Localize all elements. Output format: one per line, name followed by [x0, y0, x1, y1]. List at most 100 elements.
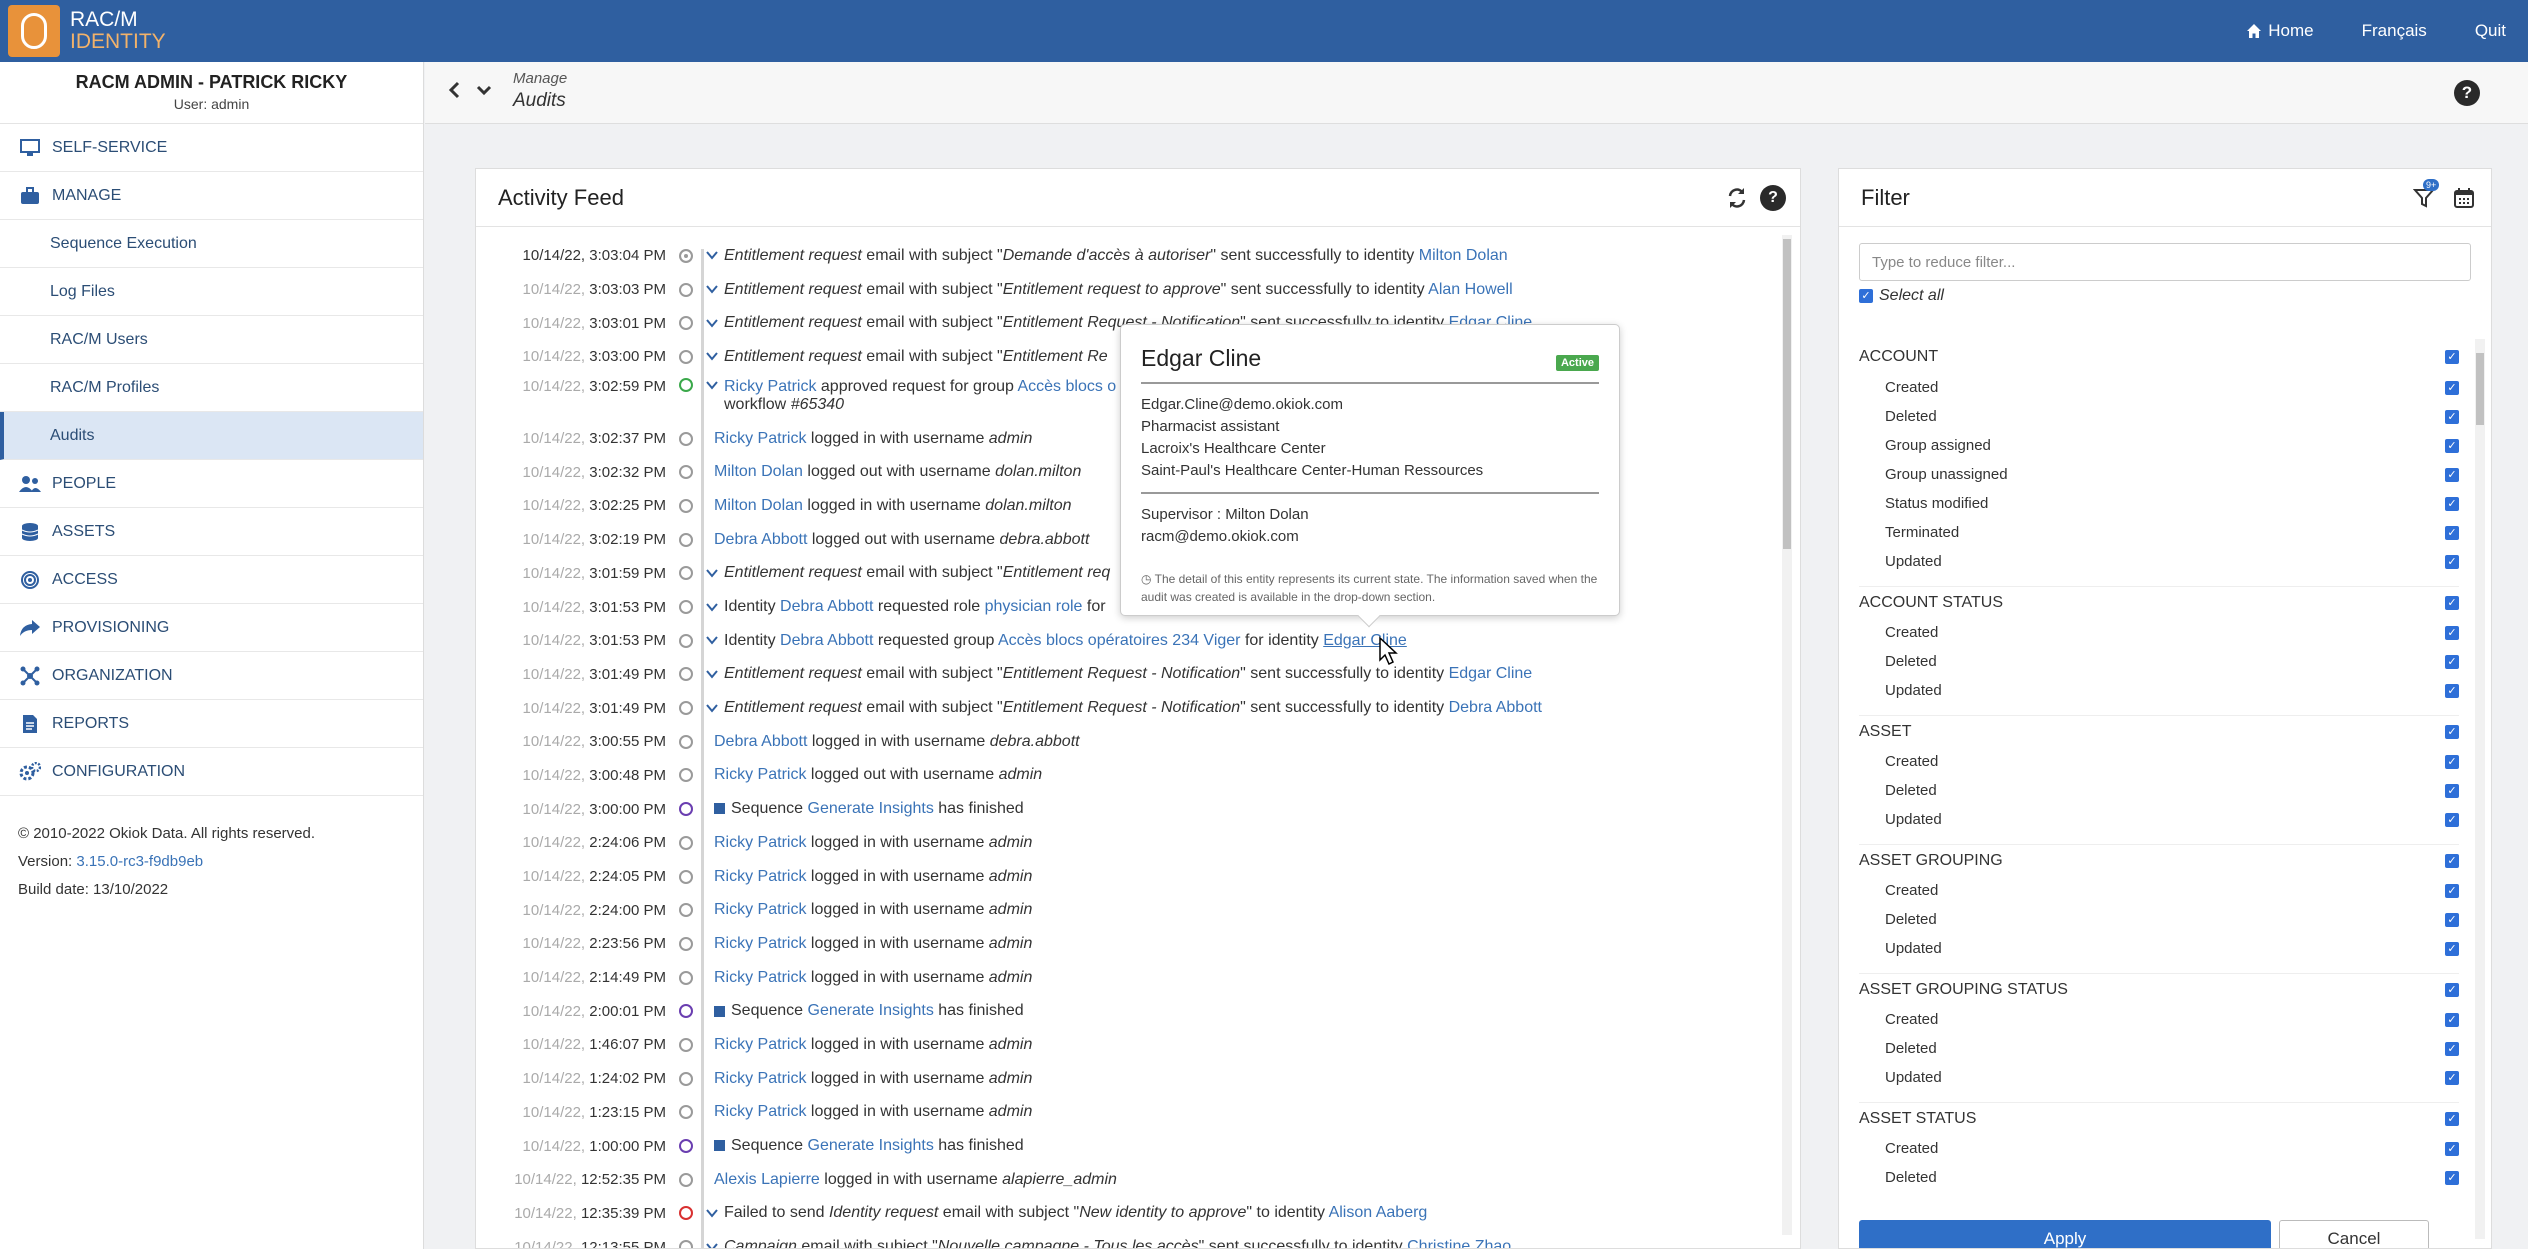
feed-link[interactable]: Accès blocs opératoires 234 Viger — [998, 632, 1241, 649]
expand-chevron-icon[interactable] — [706, 600, 724, 615]
sidebar-item-people[interactable]: PEOPLE — [0, 460, 423, 508]
help-icon[interactable]: ? — [1760, 185, 1786, 211]
expand-chevron-icon[interactable] — [706, 1206, 724, 1221]
filter-option[interactable]: Deleted ✓ — [1859, 905, 2459, 934]
sidebar-item-configuration[interactable]: CONFIGURATION — [0, 748, 423, 796]
checkbox-checked-icon[interactable]: ✓ — [2445, 812, 2459, 827]
feed-link[interactable]: Alexis Lapierre — [714, 1171, 820, 1188]
filter-search-input[interactable] — [1859, 243, 2471, 281]
checkbox-checked-icon[interactable]: ✓ — [2445, 724, 2459, 739]
filter-option[interactable]: Deleted ✓ — [1859, 1034, 2459, 1063]
select-all-checkbox[interactable]: ✓ Select all — [1859, 287, 1944, 305]
checkbox-checked-icon[interactable]: ✓ — [2445, 595, 2459, 610]
filter-group-header[interactable]: ACCOUNT STATUS ✓ — [1859, 586, 2459, 618]
filter-option[interactable]: Status modified ✓ — [1859, 489, 2459, 518]
feed-link[interactable]: Generate Insights — [808, 1002, 934, 1019]
breadcrumb-parent[interactable]: Manage — [513, 70, 567, 87]
checkbox-checked-icon[interactable]: ✓ — [1859, 289, 1873, 303]
feed-link[interactable]: physician role — [985, 598, 1083, 615]
filter-option[interactable]: Group assigned ✓ — [1859, 431, 2459, 460]
filter-option[interactable]: Updated ✓ — [1859, 547, 2459, 576]
expand-chevron-icon[interactable] — [706, 248, 724, 263]
filter-option[interactable]: Created ✓ — [1859, 876, 2459, 905]
filter-option[interactable]: Created ✓ — [1859, 373, 2459, 402]
filter-option[interactable]: Terminated ✓ — [1859, 518, 2459, 547]
sidebar-item-racm-profiles[interactable]: RAC/M Profiles — [0, 364, 423, 412]
expand-chevron-icon[interactable] — [706, 378, 724, 393]
sidebar-item-provisioning[interactable]: PROVISIONING — [0, 604, 423, 652]
checkbox-checked-icon[interactable]: ✓ — [2445, 783, 2459, 798]
checkbox-checked-icon[interactable]: ✓ — [2445, 654, 2459, 669]
expand-chevron-icon[interactable] — [706, 667, 724, 682]
checkbox-checked-icon[interactable]: ✓ — [2445, 1041, 2459, 1056]
filter-scrollbar[interactable] — [2475, 339, 2485, 1239]
checkbox-checked-icon[interactable]: ✓ — [2445, 350, 2459, 364]
expand-chevron-icon[interactable] — [706, 282, 724, 297]
feed-link[interactable]: Accès blocs o — [1017, 378, 1116, 395]
version-link[interactable]: 3.15.0-rc3-f9db9eb — [76, 853, 203, 870]
feed-link[interactable]: Debra Abbott — [1449, 699, 1542, 716]
sidebar-item-access[interactable]: ACCESS — [0, 556, 423, 604]
checkbox-checked-icon[interactable]: ✓ — [2445, 625, 2459, 640]
checkbox-checked-icon[interactable]: ✓ — [2445, 380, 2459, 395]
feed-link[interactable]: Generate Insights — [808, 1137, 934, 1154]
feed-link[interactable]: Ricky Patrick — [714, 935, 806, 952]
checkbox-checked-icon[interactable]: ✓ — [2445, 754, 2459, 769]
filter-group-header[interactable]: ASSET GROUPING ✓ — [1859, 844, 2459, 876]
sidebar-item-manage[interactable]: MANAGE — [0, 172, 423, 220]
sidebar-item-assets[interactable]: ASSETS — [0, 508, 423, 556]
filter-option[interactable]: Created ✓ — [1859, 1134, 2459, 1163]
filter-option[interactable]: Created ✓ — [1859, 1005, 2459, 1034]
sidebar-item-racm-users[interactable]: RAC/M Users — [0, 316, 423, 364]
checkbox-checked-icon[interactable]: ✓ — [2445, 554, 2459, 569]
filter-group-header[interactable]: ACCOUNT ✓ — [1859, 341, 2459, 373]
expand-chevron-icon[interactable] — [706, 566, 724, 581]
checkbox-checked-icon[interactable]: ✓ — [2445, 525, 2459, 540]
feed-link[interactable]: Alison Aaberg — [1329, 1204, 1428, 1221]
sidebar-item-self-service[interactable]: SELF-SERVICE — [0, 124, 423, 172]
checkbox-checked-icon[interactable]: ✓ — [2445, 683, 2459, 698]
checkbox-checked-icon[interactable]: ✓ — [2445, 941, 2459, 956]
feed-link[interactable]: Ricky Patrick — [714, 969, 806, 986]
expand-chevron-icon[interactable] — [706, 1240, 724, 1248]
back-chevron-icon[interactable] — [447, 80, 461, 106]
feed-link[interactable]: Debra Abbott — [780, 632, 873, 649]
filter-option[interactable]: Deleted ✓ — [1859, 1163, 2459, 1192]
feed-scrollbar-thumb[interactable] — [1783, 239, 1791, 549]
checkbox-checked-icon[interactable]: ✓ — [2445, 467, 2459, 482]
filter-group-header[interactable]: ASSET ✓ — [1859, 715, 2459, 747]
feed-link[interactable]: Ricky Patrick — [714, 766, 806, 783]
checkbox-checked-icon[interactable]: ✓ — [2445, 883, 2459, 898]
checkbox-checked-icon[interactable]: ✓ — [2445, 409, 2459, 424]
filter-option[interactable]: Deleted ✓ — [1859, 402, 2459, 431]
filter-option[interactable]: Created ✓ — [1859, 618, 2459, 647]
feed-link[interactable]: Ricky Patrick — [714, 868, 806, 885]
filter-group-header[interactable]: ASSET GROUPING STATUS ✓ — [1859, 973, 2459, 1005]
refresh-icon[interactable] — [1724, 185, 1750, 211]
feed-link[interactable]: Milton Dolan — [714, 463, 803, 480]
checkbox-checked-icon[interactable]: ✓ — [2445, 1111, 2459, 1126]
filter-option[interactable]: Updated ✓ — [1859, 1063, 2459, 1092]
feed-link[interactable]: Alan Howell — [1428, 281, 1512, 298]
language-link[interactable]: Français — [2362, 21, 2427, 41]
feed-link[interactable]: Ricky Patrick — [714, 1070, 806, 1087]
feed-link[interactable]: Ricky Patrick — [714, 834, 806, 851]
feed-link[interactable]: Ricky Patrick — [714, 430, 806, 447]
feed-link[interactable]: Debra Abbott — [714, 531, 807, 548]
checkbox-checked-icon[interactable]: ✓ — [2445, 1070, 2459, 1085]
feed-link[interactable]: Christine Zhao — [1407, 1238, 1511, 1248]
feed-link[interactable]: Milton Dolan — [714, 497, 803, 514]
filter-option[interactable]: Updated ✓ — [1859, 934, 2459, 963]
checkbox-checked-icon[interactable]: ✓ — [2445, 982, 2459, 997]
sidebar-item-organization[interactable]: ORGANIZATION — [0, 652, 423, 700]
checkbox-checked-icon[interactable]: ✓ — [2445, 1170, 2459, 1185]
sidebar-item-audits[interactable]: Audits — [0, 412, 423, 460]
filter-group-header[interactable]: ASSET STATUS ✓ — [1859, 1102, 2459, 1134]
filter-option[interactable]: Deleted ✓ — [1859, 647, 2459, 676]
feed-link[interactable]: Debra Abbott — [714, 733, 807, 750]
feed-link[interactable]: Ricky Patrick — [714, 1036, 806, 1053]
checkbox-checked-icon[interactable]: ✓ — [2445, 496, 2459, 511]
checkbox-checked-icon[interactable]: ✓ — [2445, 1141, 2459, 1156]
chevron-down-icon[interactable] — [475, 80, 493, 106]
feed-link[interactable]: Milton Dolan — [1419, 247, 1508, 264]
